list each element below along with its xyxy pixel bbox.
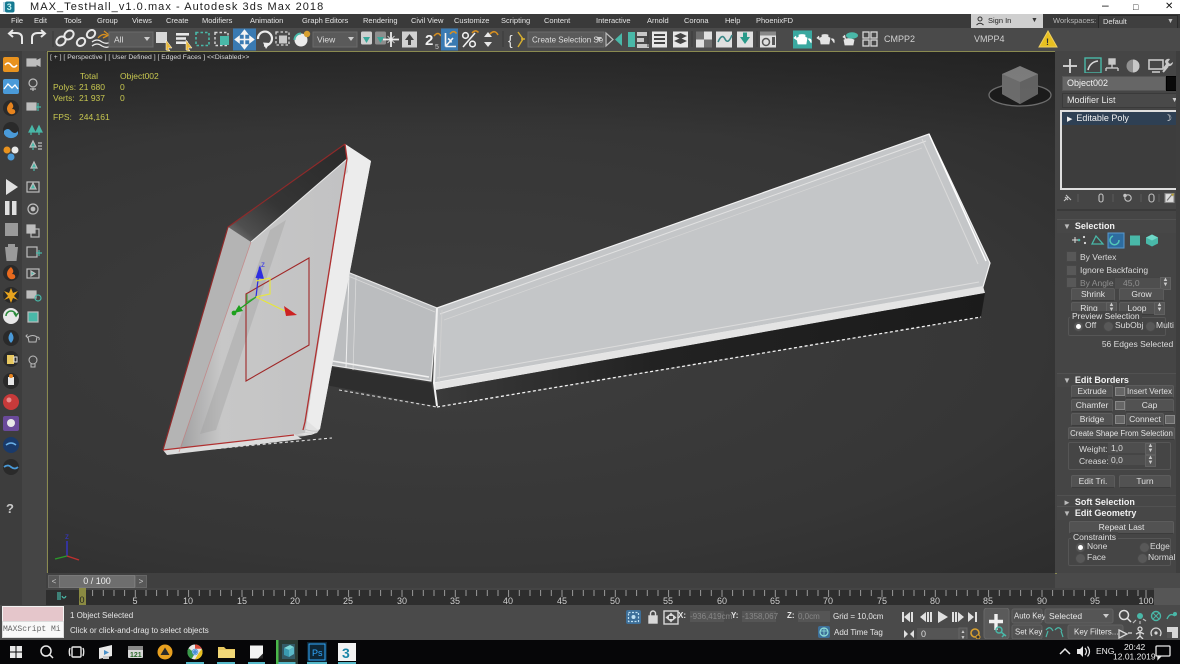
svg-text:70: 70 bbox=[823, 596, 833, 605]
svg-text:35: 35 bbox=[450, 596, 460, 605]
svg-text:15: 15 bbox=[237, 596, 247, 605]
svg-text:3: 3 bbox=[7, 2, 13, 12]
svg-text:Key Filters...: Key Filters... bbox=[1074, 628, 1118, 637]
svg-text:100: 100 bbox=[1138, 596, 1153, 605]
svg-text:121: 121 bbox=[130, 652, 142, 659]
svg-text:85: 85 bbox=[983, 596, 993, 605]
svg-text:65: 65 bbox=[770, 596, 780, 605]
svg-text:!: ! bbox=[1046, 37, 1049, 47]
svg-text:75: 75 bbox=[877, 596, 887, 605]
svg-text:Selected: Selected bbox=[1049, 611, 1082, 621]
svg-text:30: 30 bbox=[397, 596, 407, 605]
svg-text:View: View bbox=[317, 35, 336, 45]
svg-text:50: 50 bbox=[610, 596, 620, 605]
svg-text:▼: ▼ bbox=[961, 635, 966, 639]
svg-text:12.01.2019: 12.01.2019 bbox=[1113, 652, 1156, 662]
svg-text:20: 20 bbox=[290, 596, 300, 605]
svg-text:z: z bbox=[261, 260, 265, 269]
svg-text:VMPP4: VMPP4 bbox=[974, 34, 1005, 44]
svg-text:95: 95 bbox=[1090, 596, 1100, 605]
svg-text:55: 55 bbox=[663, 596, 673, 605]
svg-text:5: 5 bbox=[132, 596, 137, 605]
svg-text:All: All bbox=[114, 35, 124, 45]
svg-text:Auto Key: Auto Key bbox=[1014, 612, 1046, 621]
svg-text:60: 60 bbox=[717, 596, 727, 605]
svg-text:25: 25 bbox=[343, 596, 353, 605]
svg-text:5: 5 bbox=[435, 44, 439, 51]
svg-text:?: ? bbox=[6, 501, 14, 516]
svg-text:10: 10 bbox=[183, 596, 193, 605]
svg-text:{: { bbox=[508, 32, 513, 48]
svg-text:40: 40 bbox=[503, 596, 513, 605]
svg-text:0: 0 bbox=[921, 629, 926, 639]
svg-text:0: 0 bbox=[79, 595, 84, 605]
svg-text:Set Key: Set Key bbox=[1015, 628, 1042, 637]
svg-text:CMPP2: CMPP2 bbox=[884, 34, 915, 44]
svg-text:ENG: ENG bbox=[1096, 646, 1114, 656]
svg-text:90: 90 bbox=[1037, 596, 1047, 605]
svg-text:Ps: Ps bbox=[312, 648, 323, 658]
svg-text:45: 45 bbox=[557, 596, 567, 605]
svg-text:Create Selection Se: Create Selection Se bbox=[532, 36, 604, 45]
svg-text:3: 3 bbox=[342, 645, 350, 661]
svg-text:z: z bbox=[65, 532, 69, 541]
svg-text:20:42: 20:42 bbox=[1124, 642, 1146, 652]
svg-text:2: 2 bbox=[425, 32, 433, 49]
svg-text:80: 80 bbox=[930, 596, 940, 605]
